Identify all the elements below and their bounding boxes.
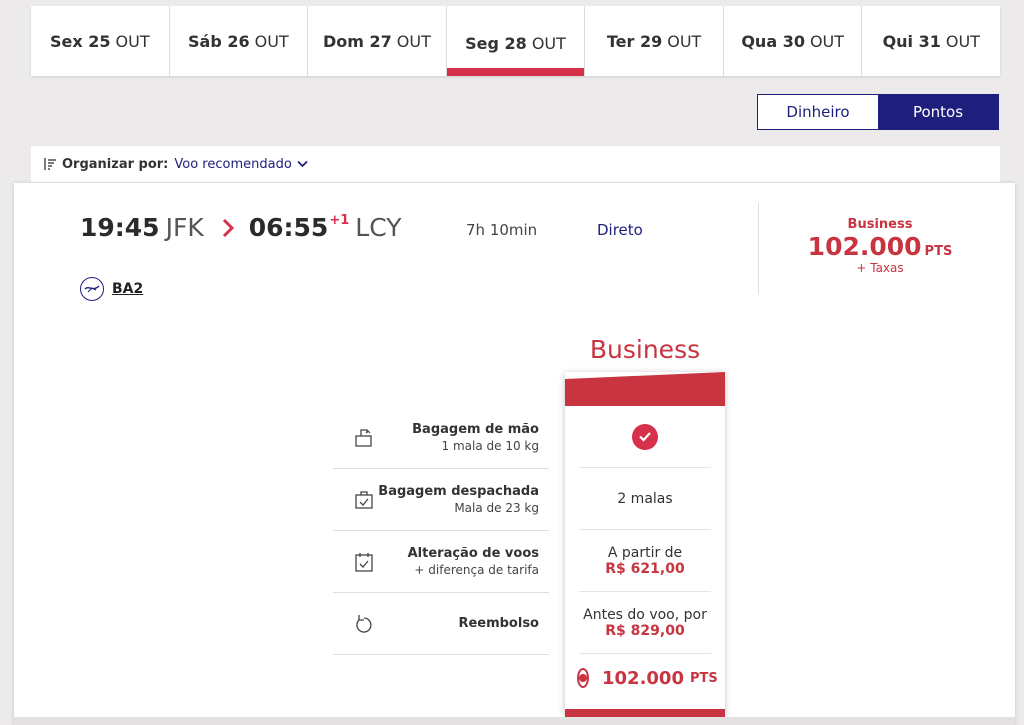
fare-refund-prefix: Antes do voo, por <box>583 606 707 623</box>
feature-title: Bagagem despachada <box>378 483 539 499</box>
date-tab-month: OUT <box>254 31 289 51</box>
date-tab-month: OUT <box>396 31 431 51</box>
price-summary[interactable]: Business 102.000 PTS + Taxas <box>794 217 966 275</box>
fare-cell-carry-on <box>579 406 711 468</box>
flight-number-row: BA2 <box>80 277 143 301</box>
date-tab-sex-25[interactable]: Sex 25 OUT <box>31 6 170 76</box>
date-tab-day: Sáb 26 <box>188 31 250 51</box>
fare-select-unit: PTS <box>689 670 718 686</box>
sort-bar: Organizar por: Voo recomendado <box>31 146 1000 182</box>
fare-cell-flight-change: A partir de R$ 621,00 <box>579 530 711 592</box>
flight-card: 19:45 JFK 06:55 +1 LCY 7h 10min Direto B… <box>14 183 1015 725</box>
departure-time: 19:45 <box>80 213 160 242</box>
checked-bag-icon <box>355 490 373 509</box>
radio-selected-icon <box>577 668 589 688</box>
fare-column-business[interactable]: 2 malas A partir de R$ 621,00 Antes do v… <box>565 372 725 717</box>
arrival-airport: LCY <box>355 213 402 242</box>
date-tab-ter-29[interactable]: Ter 29 OUT <box>585 6 724 76</box>
feature-row-flight-change: Alteração de voos + diferença de tarifa <box>333 531 549 593</box>
feature-row-refund: Reembolso <box>333 593 549 655</box>
date-tabs: Sex 25 OUT Sáb 26 OUT Dom 27 OUT Seg 28 OUT … <box>31 6 1000 76</box>
flight-stops: Direto <box>597 221 643 239</box>
date-tab-dom-27[interactable]: Dom 27 OUT <box>308 6 447 76</box>
date-tab-day: Seg 28 <box>465 33 527 53</box>
fare-header-bar <box>565 372 725 406</box>
sort-dropdown[interactable]: Voo recomendado <box>174 156 308 172</box>
fare-select-radio[interactable]: 102.000 PTS <box>575 658 718 698</box>
airline-logo-icon <box>80 277 104 301</box>
date-tab-month: OUT <box>531 33 566 53</box>
fare-refund-price: R$ 829,00 <box>605 622 685 639</box>
feature-title: Alteração de voos <box>407 545 539 561</box>
date-tab-day: Qua 30 <box>741 31 805 51</box>
calendar-check-icon <box>355 552 373 572</box>
date-tab-day: Sex 25 <box>49 31 111 51</box>
feature-row-checked-bag: Bagagem despachada Mala de 23 kg <box>333 469 549 531</box>
fare-title: Business <box>589 335 701 364</box>
carry-on-bag-icon <box>355 428 372 447</box>
departure-airport: JFK <box>165 213 204 242</box>
date-tab-sab-26[interactable]: Sáb 26 OUT <box>170 6 309 76</box>
sort-label: Organizar por: <box>62 156 169 172</box>
feature-title: Reembolso <box>458 615 539 631</box>
flight-times: 19:45 JFK 06:55 +1 LCY <box>80 213 401 242</box>
feature-subtitle: 1 mala de 10 kg <box>441 438 539 453</box>
date-tab-day: Qui 31 <box>882 31 941 51</box>
fare-bottom-bar <box>565 709 725 717</box>
fare-cell-checked-bag: 2 malas <box>579 468 711 530</box>
price-amount: 102.000 <box>807 232 922 261</box>
feature-title: Bagagem de mão <box>412 421 539 437</box>
fare-select-amount: 102.000 <box>602 667 684 689</box>
date-tab-month: OUT <box>667 31 702 51</box>
feature-subtitle: + diferença de tarifa <box>414 562 539 577</box>
currency-toggle: Dinheiro Pontos <box>757 94 999 130</box>
refund-icon <box>356 614 372 633</box>
date-tab-month: OUT <box>945 31 980 51</box>
fare-cell-refund: Antes do voo, por R$ 829,00 <box>579 592 711 654</box>
chevron-down-icon <box>297 160 308 168</box>
feature-row-carry-on: Bagagem de mão 1 mala de 10 kg <box>333 407 549 469</box>
date-tab-qui-31[interactable]: Qui 31 OUT <box>862 6 1000 76</box>
date-tab-qua-30[interactable]: Qua 30 OUT <box>724 6 863 76</box>
check-icon <box>632 423 658 450</box>
price-cabin: Business <box>847 217 913 232</box>
date-tab-month: OUT <box>809 31 845 51</box>
points-toggle-button[interactable]: Pontos <box>878 95 998 129</box>
feature-subtitle: Mala de 23 kg <box>454 500 539 515</box>
next-card-edge <box>14 717 1015 725</box>
date-tab-seg-28-selected[interactable]: Seg 28 OUT <box>446 6 586 76</box>
arrival-time: 06:55 <box>248 213 329 242</box>
sort-value: Voo recomendado <box>174 156 292 172</box>
day-offset-badge: +1 <box>329 213 350 228</box>
money-toggle-button[interactable]: Dinheiro <box>758 95 878 129</box>
flight-duration: 7h 10min <box>466 221 538 239</box>
date-tab-month: OUT <box>115 31 150 51</box>
divider <box>758 203 759 295</box>
price-taxes: + Taxas <box>856 261 904 275</box>
fare-checked-bag-value: 2 malas <box>617 490 673 507</box>
chevron-right-icon <box>222 218 234 237</box>
sort-icon <box>44 158 56 170</box>
fare-change-prefix: A partir de <box>607 544 683 561</box>
flight-number-link[interactable]: BA2 <box>112 281 143 297</box>
price-unit: PTS <box>924 244 953 259</box>
date-tab-day: Dom 27 <box>323 31 392 51</box>
fare-change-price: R$ 621,00 <box>605 560 685 577</box>
date-tab-day: Ter 29 <box>606 31 663 51</box>
